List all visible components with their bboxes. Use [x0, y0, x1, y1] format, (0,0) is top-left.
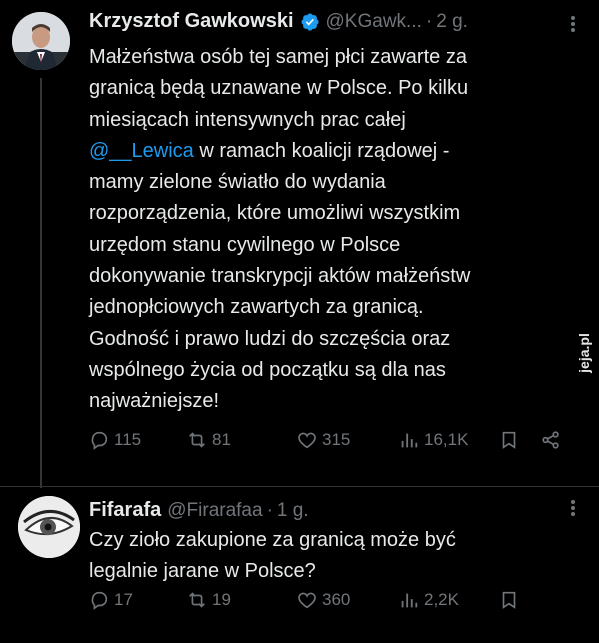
text-fragment: w ramach koalicji rządowej - [193, 139, 450, 162]
tweet[interactable]: Fifarafa @Firarafaa · 1 g. Czy zioło zak… [0, 486, 599, 643]
repost-count: 19 [212, 590, 231, 609]
text-line: mamy zielone światło do wydania [89, 171, 386, 194]
tweet-header: Krzysztof Gawkowski @KGawk... · 2 g. [89, 10, 468, 33]
text-line: granicą będą uznawane w Polsce. Po kilku [89, 77, 469, 100]
reply-button[interactable]: 115 [88, 429, 141, 451]
text-line: rozporządzenia, które umożliwi wszystkim [89, 202, 461, 225]
avatar[interactable] [18, 496, 80, 558]
separator-dot: · [425, 10, 433, 32]
text-line-with-mention: @__Lewica w ramach koalicji rządowej - [89, 136, 559, 167]
repost-icon [189, 432, 205, 448]
author-name[interactable]: Fifarafa [89, 499, 161, 522]
author-name[interactable]: Krzysztof Gawkowski [89, 10, 294, 33]
text-line: urzędom stanu cywilnego w Polsce [89, 233, 401, 256]
reply-icon [91, 431, 108, 450]
like-count: 315 [322, 430, 351, 449]
views-icon [401, 433, 418, 448]
text-line: Małżeństwa osób tej samej płci zawarte z… [89, 46, 467, 68]
tweet-header: Fifarafa @Firarafaa · 1 g. [89, 499, 309, 522]
like-button[interactable]: 315 [296, 429, 350, 451]
view-count: 2,2K [424, 590, 459, 609]
tweet-text: Czy zioło zakupione za granicą może być … [89, 525, 559, 588]
share-button[interactable] [540, 429, 566, 451]
timestamp[interactable]: 2 g. [436, 11, 468, 33]
text-line: wspólnego życia od początku są dla nas [89, 358, 446, 381]
repost-button[interactable]: 81 [186, 429, 231, 451]
thread-line [40, 78, 42, 488]
watermark-text: jeja.pl [576, 333, 592, 373]
reply-icon [91, 591, 108, 610]
more-options-icon[interactable] [571, 14, 575, 34]
text-line: legalnie jarane w Polsce? [89, 560, 316, 583]
heart-icon [298, 592, 316, 609]
text-line: jednopłciowych zawartych za granicą. [89, 296, 424, 319]
views-button[interactable]: 2,2K [398, 589, 459, 611]
text-line: Godność i prawo ludzi do szczęścia oraz [89, 327, 451, 350]
timestamp[interactable]: 1 g. [277, 500, 309, 522]
author-handle[interactable]: @KGawk... [326, 11, 422, 33]
bookmark-button[interactable] [498, 429, 524, 451]
bookmark-icon [502, 591, 516, 609]
more-options-icon[interactable] [571, 498, 575, 518]
separator-dot: · [266, 499, 273, 521]
view-count: 16,1K [424, 430, 469, 449]
mention-link[interactable]: @__Lewica [89, 140, 194, 162]
like-count: 360 [322, 590, 351, 609]
avatar[interactable] [12, 12, 70, 70]
text-line: dokonywanie transkrypcji aktów małżeństw [89, 265, 471, 288]
repost-icon [189, 592, 205, 608]
text-line: najważniejsze! [89, 390, 220, 413]
repost-count: 81 [212, 430, 231, 449]
repost-button[interactable]: 19 [186, 589, 231, 611]
share-icon [542, 431, 559, 449]
text-line: Czy zioło zakupione za granicą może być [89, 529, 456, 551]
reply-count: 115 [114, 430, 142, 449]
like-button[interactable]: 360 [296, 589, 350, 611]
tweet-text: Małżeństwa osób tej samej płci zawarte z… [89, 42, 559, 418]
verified-badge-icon [300, 12, 319, 31]
text-line: miesiącach intensywnych prac całej [89, 108, 406, 131]
bookmark-button[interactable] [498, 589, 524, 611]
watermark: jeja.pl [573, 318, 595, 388]
heart-icon [298, 432, 316, 449]
reply-button[interactable]: 17 [88, 589, 133, 611]
views-button[interactable]: 16,1K [398, 429, 468, 451]
author-handle[interactable]: @Firarafaa [167, 500, 262, 522]
bookmark-icon [502, 431, 516, 449]
tweet[interactable]: Krzysztof Gawkowski @KGawk... · 2 g. Mał… [0, 0, 599, 488]
reply-count: 17 [114, 590, 133, 609]
views-icon [401, 593, 418, 608]
